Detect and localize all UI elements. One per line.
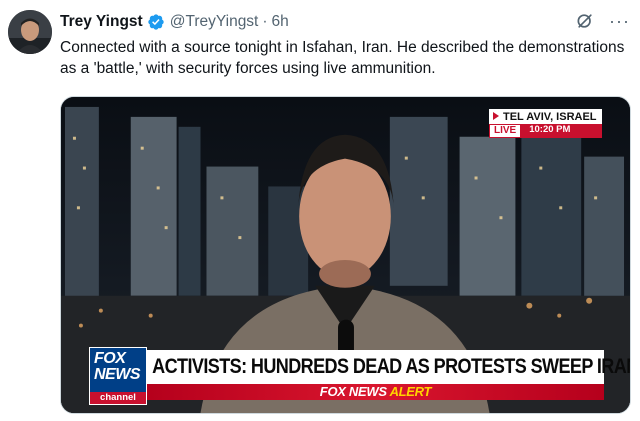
- more-icon[interactable]: ···: [609, 12, 630, 30]
- alert-prefix: FOX NEWS: [319, 384, 387, 399]
- author-name[interactable]: Trey Yingst: [60, 13, 143, 31]
- alert-bar: FOX NEWS ALERT: [147, 384, 604, 400]
- verified-badge-icon: [147, 13, 165, 31]
- grok-icon[interactable]: [575, 11, 595, 31]
- headline-bar: ACTIVISTS: HUNDREDS DEAD AS PROTESTS SWE…: [147, 350, 630, 384]
- tweet-header: Trey Yingst @TreyYingst · 6h ···: [60, 11, 630, 33]
- live-bar: LIVE 10:20 PM: [489, 124, 602, 138]
- live-label: LIVE: [489, 124, 522, 138]
- avatar[interactable]: [8, 10, 52, 54]
- tweet-text: Connected with a source tonight in Isfah…: [60, 39, 625, 77]
- alert-word: ALERT: [389, 384, 432, 399]
- timestamp[interactable]: 6h: [272, 13, 289, 31]
- avatar-image: [8, 10, 52, 54]
- tweet-media[interactable]: TEL AVIV, ISRAEL LIVE 10:20 PM FOX NEWS …: [60, 96, 631, 414]
- header-actions: ···: [575, 11, 630, 31]
- separator-dot: ·: [262, 13, 268, 30]
- fox-news-logo: FOX NEWS channel: [89, 347, 147, 405]
- logo-line-2: NEWS: [94, 366, 141, 383]
- logo-line-3: channel: [90, 392, 146, 404]
- alert-text: FOX NEWS ALERT: [319, 384, 432, 399]
- location-bug: TEL AVIV, ISRAEL LIVE 10:20 PM: [489, 109, 602, 138]
- live-time: 10:20 PM: [529, 124, 571, 135]
- author-handle[interactable]: @TreyYingst: [170, 13, 259, 31]
- headline-text: ACTIVISTS: HUNDREDS DEAD AS PROTESTS SWE…: [152, 355, 631, 378]
- location-label: TEL AVIV, ISRAEL: [489, 109, 602, 124]
